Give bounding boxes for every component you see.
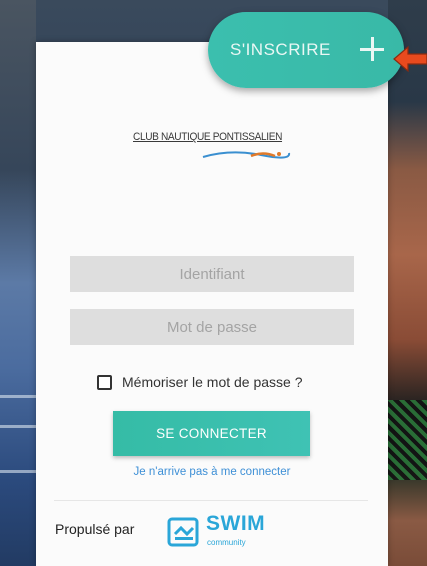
password-field[interactable]	[70, 309, 354, 345]
username-field[interactable]	[70, 256, 354, 292]
forgot-login-link[interactable]: Je n'arrive pas à me connecter	[70, 466, 354, 478]
footer-divider	[54, 500, 368, 501]
background-photo-right	[388, 0, 427, 566]
login-card	[36, 42, 388, 566]
lane-line	[0, 395, 36, 398]
checkbox-icon[interactable]	[97, 374, 112, 390]
connect-button[interactable]: SE CONNECTER	[113, 411, 310, 456]
swimsuit-pattern	[388, 400, 427, 480]
plus-icon	[360, 37, 384, 61]
swim-brand-sub: community	[207, 538, 246, 547]
signup-label: S'INSCRIRE	[230, 40, 331, 59]
club-logo-text: CLUB NAUTIQUE PONTISSALIEN	[133, 131, 283, 143]
powered-by-label: Propulsé par	[55, 521, 135, 537]
remember-label: Mémoriser le mot de passe ?	[122, 374, 303, 390]
club-logo: CLUB NAUTIQUE PONTISSALIEN	[133, 127, 291, 171]
swim-community-logo[interactable]: SWIM community	[166, 510, 266, 556]
swimmer-icon	[202, 151, 291, 159]
swim-brand-name: SWIM	[206, 512, 266, 535]
connect-label: SE CONNECTER	[156, 426, 267, 441]
lane-line	[0, 425, 36, 428]
lane-line	[0, 470, 36, 473]
swim-logo-icon	[167, 517, 199, 547]
arrow-left-icon	[393, 45, 427, 73]
background-photo-left	[0, 0, 36, 566]
signup-button[interactable]: S'INSCRIRE	[208, 12, 404, 88]
remember-password[interactable]: Mémoriser le mot de passe ?	[97, 371, 303, 393]
